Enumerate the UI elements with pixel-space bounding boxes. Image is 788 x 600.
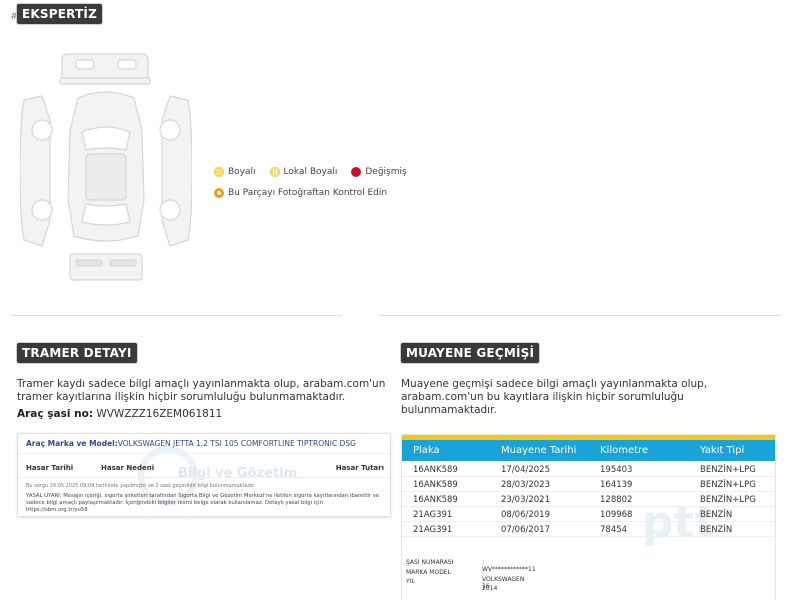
- sbm-watermark: Bilgi ve Gözetim: [178, 466, 298, 481]
- cell-yakit: BENZİN: [700, 525, 733, 535]
- car-part-roof: [85, 153, 127, 201]
- cell-yakit: BENZİN+LPG: [700, 465, 756, 475]
- cell-tarih: 17/04/2025: [501, 465, 550, 475]
- cell-tarih: 23/03/2021: [501, 495, 550, 505]
- info-value: : 2014: [482, 578, 498, 592]
- legend-lokal-boyali: Lokal Boyalı: [269, 167, 338, 177]
- card-divider: [18, 477, 390, 478]
- chassis-value: WVWZZZ16ZEM061811: [96, 408, 223, 420]
- camera-dot-icon: [214, 188, 224, 198]
- legend-label: Lokal Boyalı: [283, 167, 338, 177]
- table-row: 16ANK589 17/04/2025 195403 BENZİN+LPG: [402, 462, 775, 477]
- car-part-front-light-left: [75, 59, 95, 70]
- table-row: 21AG391 08/06/2019 109968 BENZİN: [402, 507, 775, 522]
- legend-degismis: Değişmiş: [351, 167, 407, 177]
- cell-km: 78454: [600, 525, 628, 535]
- cell-km: 164139: [600, 480, 633, 490]
- car-part-rear-light-left: [75, 259, 103, 267]
- legend-label: Boyalı: [228, 167, 256, 177]
- car-part-rear-light-right: [109, 259, 137, 267]
- car-part-front-light-right: [117, 59, 137, 70]
- damage-legend: Boyalı Lokal Boyalı Değişmiş Bu Parçayı …: [214, 165, 421, 207]
- cell-yakit: BENZİN: [700, 510, 733, 520]
- table-row: 21AG391 07/06/2017 78454 BENZİN: [402, 522, 775, 537]
- cell-km: 109968: [600, 510, 633, 520]
- car-part-right-rear-wheel: [159, 199, 181, 221]
- car-parts-diagram: [20, 53, 192, 281]
- car-part-left-side: [20, 95, 51, 247]
- info-key: MARKA MODEL: [406, 569, 451, 576]
- car-part-right-front-wheel: [159, 119, 181, 141]
- tramer-legal-notice: YASAL UYARI: Mesajın içeriği, sigorta şi…: [26, 493, 380, 513]
- muayene-title: MUAYENE GEÇMİŞİ: [401, 343, 540, 363]
- column-yakit-tipi: Yakıt Tipi: [700, 445, 745, 456]
- car-part-right-side: [161, 95, 192, 247]
- car-part-left-rear-wheel: [31, 199, 53, 221]
- column-plaka: Plaka: [413, 445, 440, 456]
- cell-plaka: 21AG391: [413, 510, 453, 520]
- chassis-number: Araç şasi no: WVWZZZ16ZEM061811: [17, 408, 222, 420]
- car-part-front-bumper: [59, 77, 151, 85]
- info-key: ŞASİ NUMARASI: [406, 559, 454, 566]
- header-hasar-tutari: Hasar Tutarı: [335, 464, 384, 472]
- yellow-dot-icon: [214, 167, 224, 177]
- cell-plaka: 16ANK589: [413, 465, 458, 475]
- column-muayene-tarihi: Muayene Tarihi: [501, 445, 577, 456]
- cell-tarih: 07/06/2017: [501, 525, 550, 535]
- muayene-history-card: Plaka Muayene Tarihi Kilometre Yakıt Tip…: [401, 434, 776, 600]
- cell-yakit: BENZİN+LPG: [700, 480, 756, 490]
- cell-plaka: 16ANK589: [413, 495, 458, 505]
- car-part-windshield: [81, 126, 131, 151]
- cell-yakit: BENZİN+LPG: [700, 495, 756, 505]
- info-key: YIL: [406, 578, 415, 585]
- tramer-model-label: Araç Marka ve Model:: [26, 439, 118, 448]
- cell-km: 128802: [600, 495, 633, 505]
- car-part-rear-window: [81, 203, 131, 226]
- cell-plaka: 21AG391: [413, 525, 453, 535]
- muayene-table-header: Plaka Muayene Tarihi Kilometre Yakıt Tip…: [402, 440, 775, 461]
- tramer-query-note: Bu sorgu 29.05.2025 09:09 tarihinde yapı…: [26, 483, 256, 489]
- legend-photo-check: Bu Parçayı Fotoğraftan Kontrol Edin: [214, 188, 387, 198]
- cell-km: 195403: [600, 465, 633, 475]
- cell-plaka: 16ANK589: [413, 480, 458, 490]
- column-kilometre: Kilometre: [600, 445, 649, 456]
- chassis-label: Araç şasi no:: [17, 408, 93, 420]
- red-dot-icon: [351, 167, 362, 177]
- table-row: 16ANK589 28/03/2023 164139 BENZİN+LPG: [402, 477, 775, 492]
- car-part-rear-bumper: [69, 253, 143, 281]
- striped-dot-icon: [269, 167, 280, 177]
- muayene-disclaimer: Muayene geçmişi sadece bilgi amaçlı yayı…: [401, 378, 708, 416]
- legend-boyali: Boyalı: [214, 167, 256, 177]
- cell-tarih: 08/06/2019: [501, 510, 550, 520]
- tramer-model: Araç Marka ve Model:VOLKSWAGEN JETTA 1.2…: [26, 439, 356, 448]
- tramer-model-value: VOLKSWAGEN JETTA 1.2 TSI 105 COMFORTLINE…: [117, 439, 356, 448]
- legend-label: Bu Parçayı Fotoğraftan Kontrol Edin: [228, 188, 388, 198]
- header-hasar-tarihi: Hasar Tarihi: [26, 464, 74, 472]
- car-part-left-front-wheel: [31, 119, 53, 141]
- cell-tarih: 28/03/2023: [501, 480, 550, 490]
- ekspertiz-title: EKSPERTİZ: [17, 4, 102, 24]
- card-divider: [18, 453, 390, 454]
- legend-label: Değişmiş: [365, 167, 407, 177]
- table-row: 16ANK589 23/03/2021 128802 BENZİN+LPG: [402, 492, 775, 507]
- tramer-disclaimer: Tramer kaydı sadece bilgi amaçlı yayınla…: [17, 378, 386, 403]
- tramer-report-card: Bilgi ve Gözetim Araç Marka ve Model:VOL…: [17, 433, 391, 517]
- section-divider: [380, 315, 780, 316]
- header-hasar-nedeni: Hasar Nedeni: [101, 464, 155, 472]
- section-divider: [12, 315, 342, 316]
- tramer-title: TRAMER DETAYI: [17, 343, 137, 363]
